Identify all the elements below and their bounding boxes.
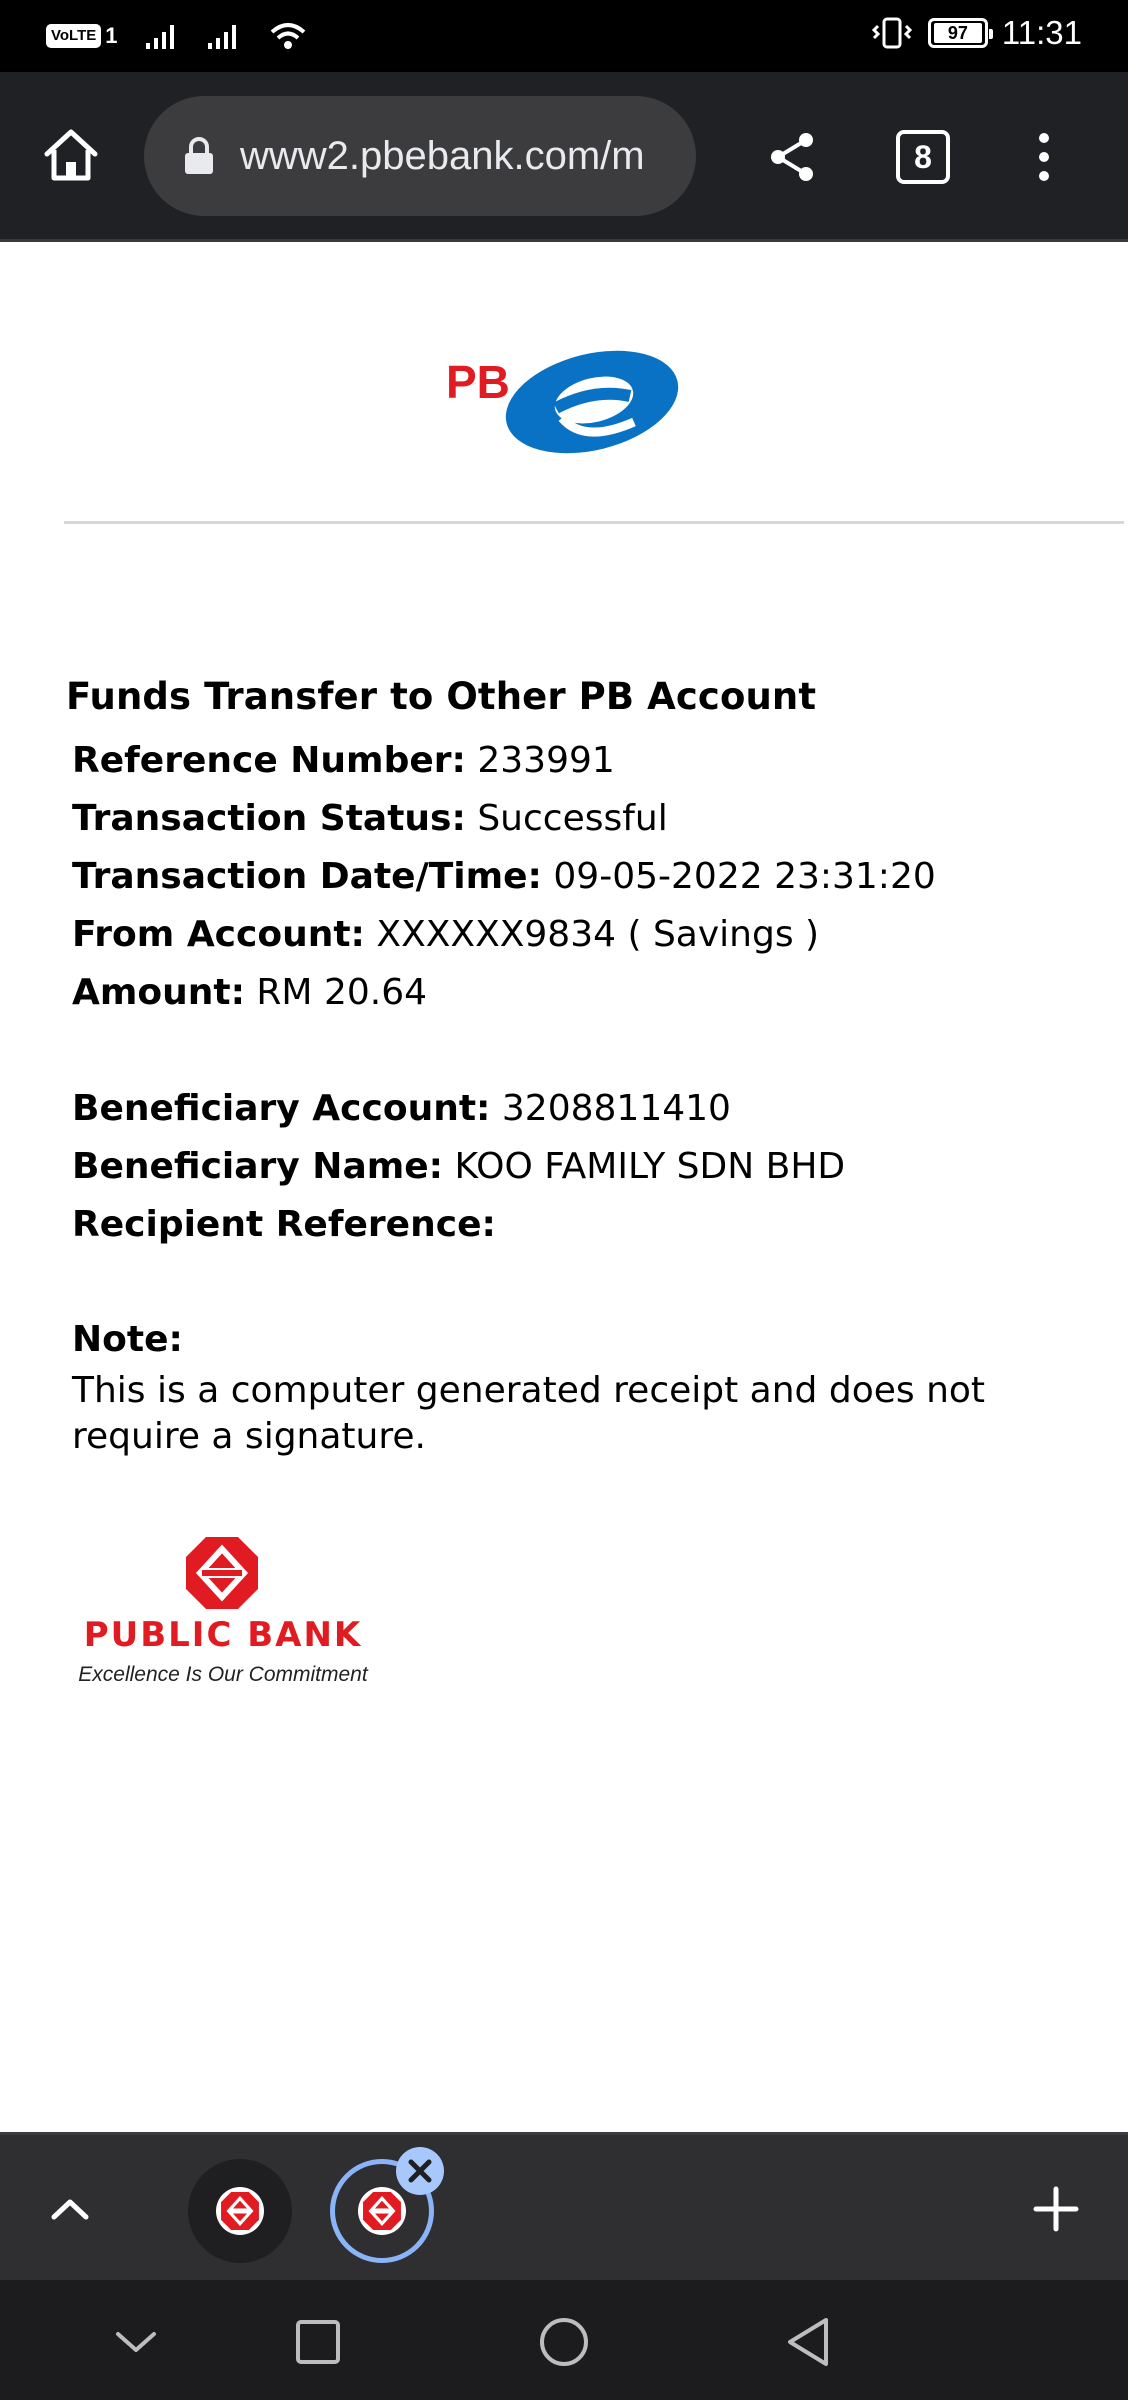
field-label: Transaction Date/Time: bbox=[72, 856, 542, 897]
field-label: Beneficiary Name: bbox=[72, 1146, 444, 1187]
note-text: This is a computer generated receipt and… bbox=[72, 1370, 986, 1457]
back-triangle-icon bbox=[788, 2318, 828, 2366]
field-label: Beneficiary Account: bbox=[72, 1088, 491, 1129]
receipt: Funds Transfer to Other PB Account Refer… bbox=[66, 675, 1126, 1460]
field-beneficiary-account: Beneficiary Account: 3208811410 bbox=[66, 1080, 1126, 1138]
header-divider bbox=[64, 521, 1124, 524]
field-value: Successful bbox=[477, 798, 668, 839]
nav-home-button[interactable] bbox=[532, 2310, 596, 2374]
share-button[interactable] bbox=[758, 122, 828, 192]
field-value: 09-05-2022 23:31:20 bbox=[553, 856, 936, 897]
field-recipient-reference: Recipient Reference: bbox=[66, 1196, 1126, 1254]
receipt-title: Funds Transfer to Other PB Account bbox=[66, 675, 817, 718]
square-icon bbox=[296, 2320, 340, 2364]
sim-label: 1 bbox=[105, 23, 118, 48]
battery-level: 97 bbox=[933, 23, 982, 43]
status-bar: VoLTE 1 97 11:31 bbox=[0, 0, 1128, 72]
tab-strip bbox=[0, 2132, 1128, 2280]
browser-toolbar: www2.pbebank.com/m 8 bbox=[0, 72, 1128, 242]
nav-collapse-button[interactable] bbox=[104, 2310, 168, 2374]
close-tab-button[interactable] bbox=[396, 2147, 444, 2195]
chevron-down-icon bbox=[116, 2332, 156, 2352]
public-bank-favicon-icon bbox=[358, 2187, 406, 2235]
status-right: 97 11:31 bbox=[870, 14, 1082, 52]
more-menu-button[interactable] bbox=[1016, 122, 1072, 192]
field-beneficiary-name: Beneficiary Name: KOO FAMILY SDN BHD bbox=[66, 1138, 1126, 1196]
pbe-logo-text: PB bbox=[446, 356, 510, 408]
public-bank-favicon-icon bbox=[216, 2187, 264, 2235]
home-icon bbox=[44, 129, 98, 181]
plus-icon bbox=[1033, 2186, 1079, 2232]
clock: 11:31 bbox=[1001, 14, 1082, 51]
pbe-logo: PB bbox=[444, 348, 684, 458]
wifi-icon bbox=[270, 23, 305, 49]
public-bank-emblem-icon bbox=[186, 1537, 258, 1609]
field-value: 233991 bbox=[477, 740, 615, 781]
volte-label: VoLTE bbox=[46, 24, 102, 48]
nav-recents-button[interactable] bbox=[286, 2310, 350, 2374]
field-label: Amount: bbox=[72, 972, 245, 1013]
field-label: From Account: bbox=[72, 914, 365, 955]
public-bank-tagline: Excellence Is Our Commitment bbox=[78, 1663, 368, 1686]
field-amount: Amount: RM 20.64 bbox=[66, 964, 1126, 1022]
address-bar[interactable]: www2.pbebank.com/m bbox=[144, 96, 696, 216]
pbe-logo-graphic: PB bbox=[446, 350, 679, 454]
field-reference-number: Reference Number: 233991 bbox=[66, 732, 1126, 790]
chevron-up-icon bbox=[51, 2199, 89, 2220]
public-bank-name: PUBLIC BANK bbox=[83, 1615, 363, 1655]
public-bank-logo: PUBLIC BANK Excellence Is Our Commitment bbox=[78, 1535, 378, 1695]
circle-icon bbox=[540, 2318, 588, 2366]
signal-icon bbox=[145, 25, 174, 49]
field-transaction-status: Transaction Status: Successful bbox=[66, 790, 1126, 848]
expand-tabs-button[interactable] bbox=[40, 2179, 100, 2239]
field-value: RM 20.64 bbox=[256, 972, 427, 1013]
field-value: KOO FAMILY SDN BHD bbox=[454, 1146, 846, 1187]
tab-thumbnail[interactable] bbox=[188, 2159, 292, 2263]
field-value: 3208811410 bbox=[501, 1088, 731, 1129]
share-icon bbox=[771, 133, 813, 181]
lock-icon bbox=[185, 137, 213, 174]
field-from-account: From Account: XXXXXX9834 ( Savings ) bbox=[66, 906, 1126, 964]
volte-indicator: VoLTE 1 bbox=[46, 21, 118, 51]
field-transaction-datetime: Transaction Date/Time: 09-05-2022 23:31:… bbox=[66, 848, 1126, 906]
status-left: VoLTE 1 bbox=[46, 20, 308, 52]
home-button[interactable] bbox=[38, 122, 104, 188]
system-nav-bar bbox=[0, 2280, 1128, 2400]
signal-icon-2 bbox=[207, 25, 236, 49]
field-label: Transaction Status: bbox=[72, 798, 466, 839]
new-tab-button[interactable] bbox=[1024, 2177, 1088, 2241]
note-label: Note: bbox=[72, 1319, 183, 1360]
tab-switcher-button[interactable]: 8 bbox=[896, 130, 950, 184]
battery-icon: 97 bbox=[927, 18, 993, 48]
close-icon bbox=[408, 2159, 432, 2183]
vibrate-icon bbox=[871, 17, 912, 49]
field-label: Recipient Reference: bbox=[72, 1204, 496, 1245]
more-vert-icon bbox=[1039, 133, 1049, 181]
nav-back-button[interactable] bbox=[776, 2310, 840, 2374]
field-label: Reference Number: bbox=[72, 740, 466, 781]
field-value: XXXXXX9834 ( Savings ) bbox=[376, 914, 820, 955]
url-text: www2.pbebank.com/m bbox=[240, 133, 645, 178]
